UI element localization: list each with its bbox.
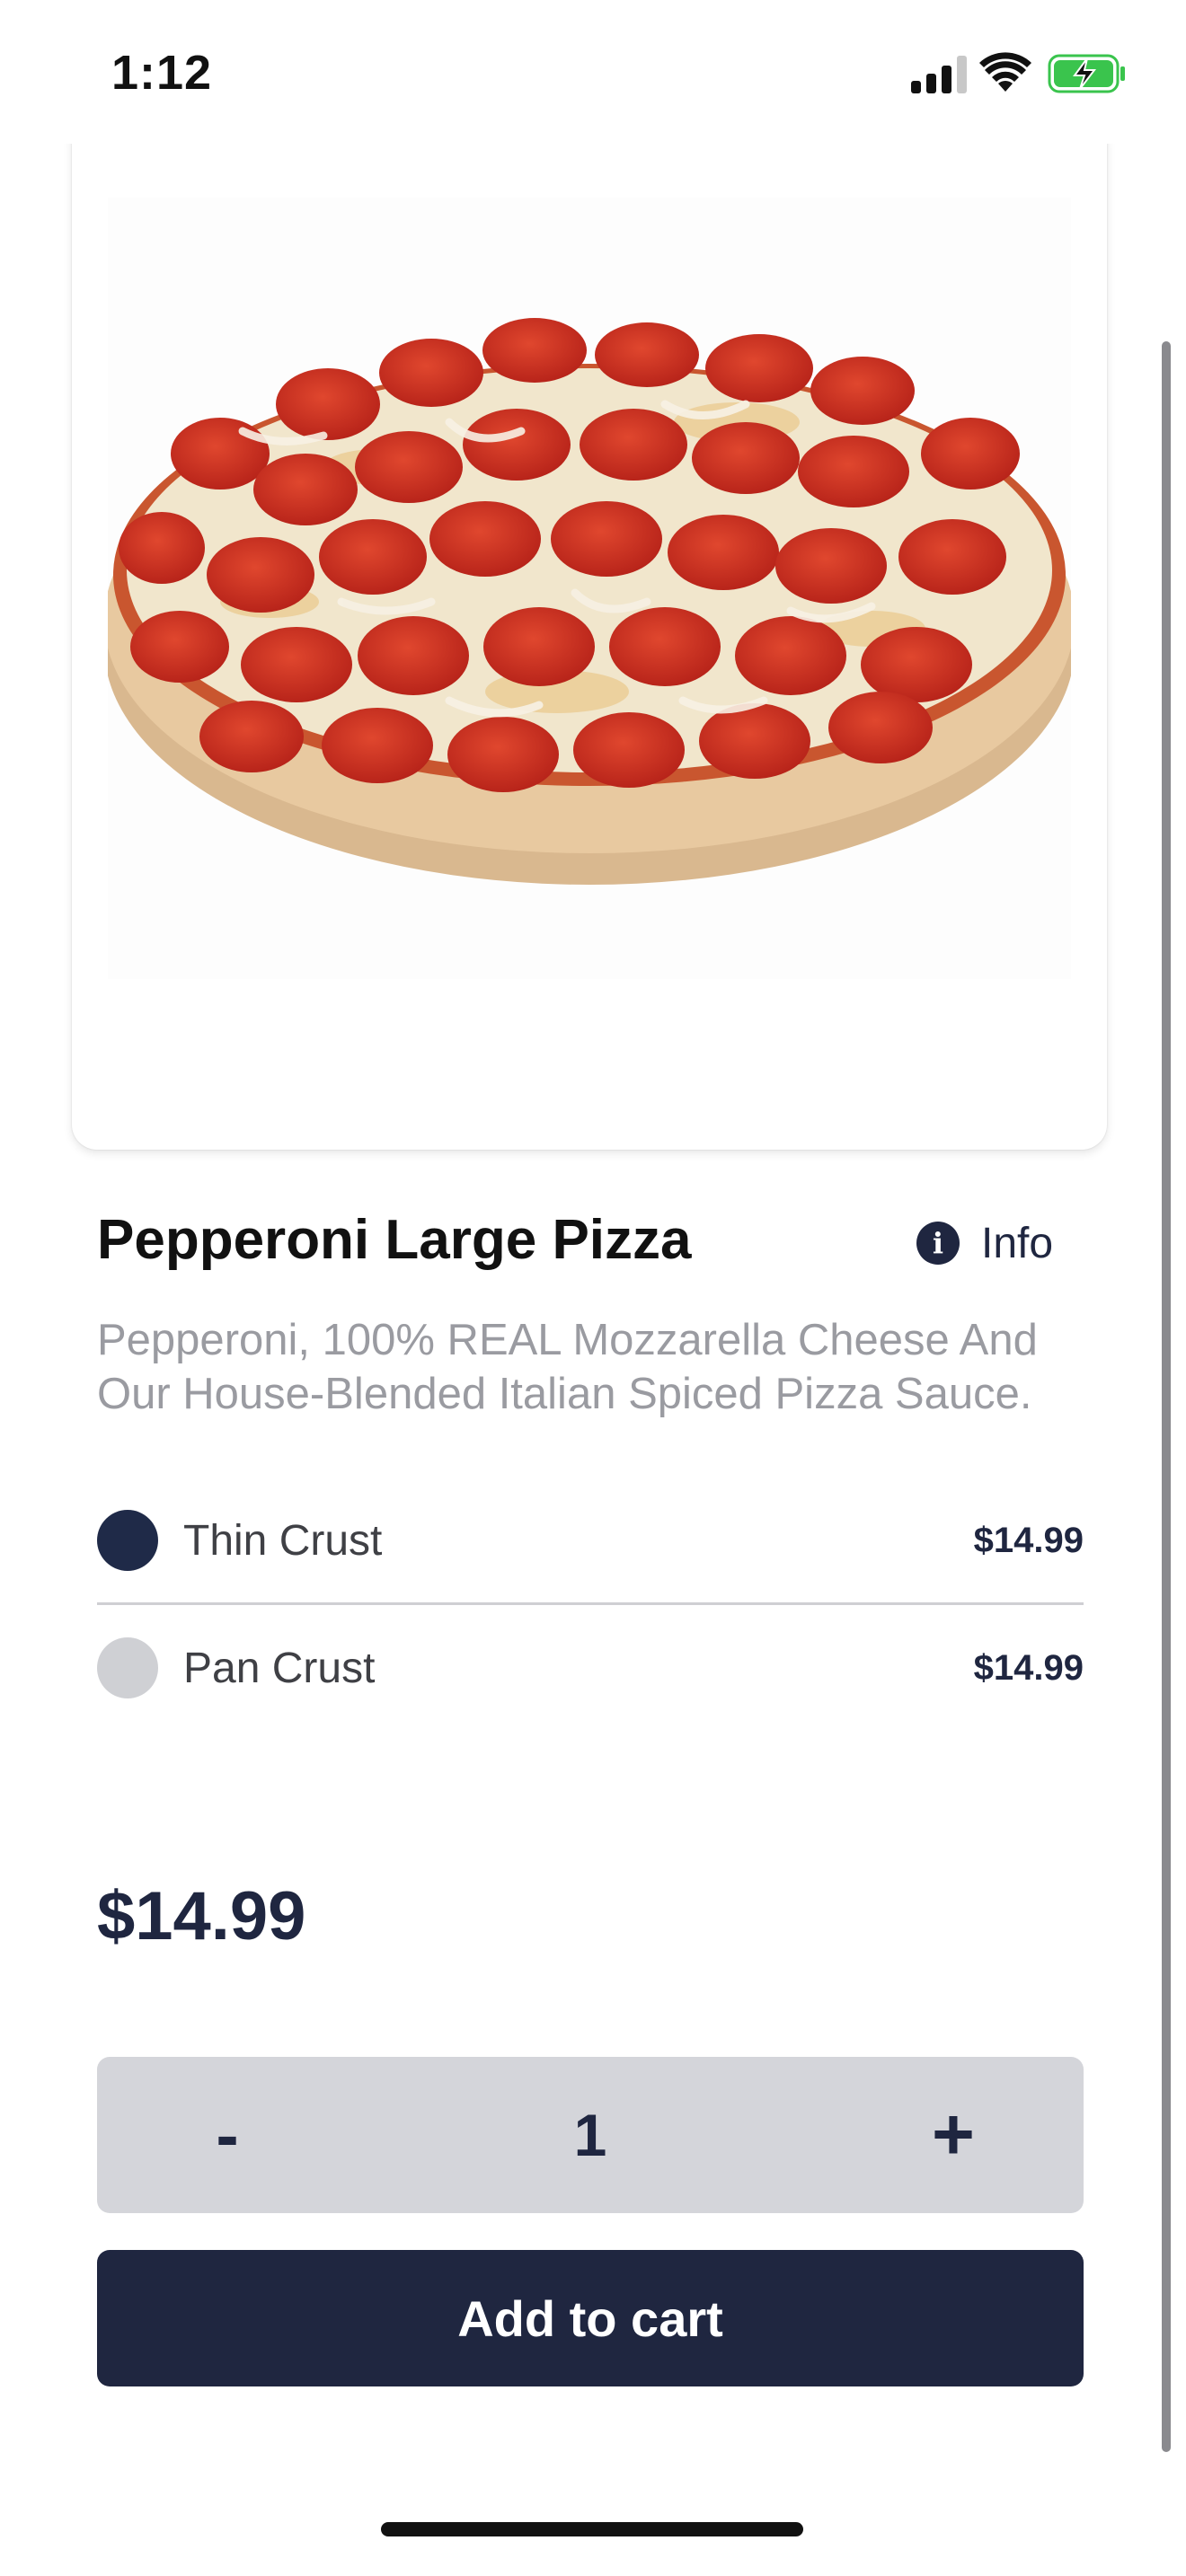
scrollbar[interactable] — [1162, 341, 1171, 2452]
quantity-stepper: - 1 + — [97, 2057, 1084, 2213]
option-price: $14.99 — [973, 1520, 1084, 1560]
product-image-card — [72, 135, 1107, 1150]
radio-unselected-icon[interactable] — [97, 1637, 158, 1698]
add-to-cart-button[interactable]: Add to cart — [97, 2250, 1084, 2386]
decrease-quantity-button[interactable]: - — [169, 2057, 286, 2213]
option-thin-crust[interactable]: Thin Crust $14.99 — [97, 1509, 1084, 1572]
option-name: Pan Crust — [183, 1644, 376, 1692]
info-label: Info — [981, 1219, 1054, 1267]
radio-selected-icon[interactable] — [97, 1510, 158, 1571]
total-price: $14.99 — [97, 1878, 306, 1954]
home-indicator[interactable] — [381, 2522, 803, 2536]
signal-icon — [911, 56, 967, 93]
info-button[interactable]: i Info — [916, 1214, 1053, 1272]
product-title: Pepperoni Large Pizza — [97, 1209, 692, 1271]
pizza-image — [108, 198, 1071, 979]
option-pan-crust[interactable]: Pan Crust $14.99 — [97, 1636, 1084, 1699]
battery-charging-icon — [1048, 54, 1125, 93]
increase-quantity-button[interactable]: + — [895, 2057, 1012, 2213]
quantity-value: 1 — [573, 2102, 607, 2168]
status-bar: 1:12 — [0, 0, 1186, 144]
product-description: Pepperoni, 100% REAL Mozzarella Cheese A… — [97, 1316, 1038, 1418]
option-price: $14.99 — [973, 1647, 1084, 1688]
info-icon: i — [916, 1222, 960, 1265]
wifi-icon — [979, 52, 1031, 92]
option-divider — [97, 1602, 1084, 1605]
option-name: Thin Crust — [183, 1516, 383, 1565]
status-time: 1:12 — [111, 46, 213, 100]
